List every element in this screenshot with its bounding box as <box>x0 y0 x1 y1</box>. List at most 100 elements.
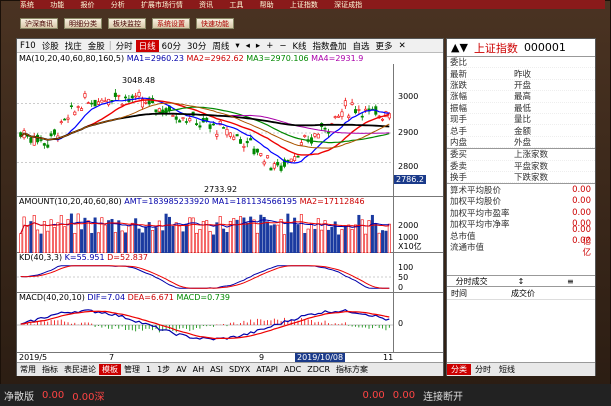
y-tick: 0 <box>398 319 404 328</box>
quick-button[interactable]: 系统设置 <box>152 17 190 29</box>
y-tick: 3000 <box>398 92 419 101</box>
volume-bar <box>56 222 60 253</box>
volume-bar <box>22 216 26 253</box>
candle-body <box>117 94 121 97</box>
tab-daily[interactable]: 日线 <box>135 39 159 52</box>
close-icon[interactable]: ✕ <box>396 41 409 51</box>
volume-bar <box>36 229 40 253</box>
kline-dropdown[interactable]: K线 <box>289 40 309 52</box>
tab-category[interactable]: 分类 <box>447 364 471 375</box>
tab-adc[interactable]: ADC <box>281 365 304 374</box>
menu-item[interactable]: 帮助 <box>260 1 274 9</box>
sort-icon[interactable]: ↕ <box>496 277 545 286</box>
quote-panel: ▲ ▼ 上证指数 000001 委比 最新 昨收 涨跌 开盘 涨幅 最高 振幅 最… <box>446 38 596 376</box>
zoom-in-icon[interactable]: + <box>263 41 276 51</box>
menu-icon[interactable]: ≡ <box>546 277 595 286</box>
volume-bar <box>120 230 124 253</box>
stat-row: 加权平均股价 0.00 <box>447 196 595 207</box>
prev-icon[interactable]: ◂ <box>243 41 253 51</box>
amt-ma1-value: MA1=181134566195 <box>211 197 298 206</box>
menu-item[interactable]: 报价 <box>80 1 94 9</box>
tab-template[interactable]: 模板 <box>99 364 121 375</box>
tab-intraday-side[interactable]: 分时 <box>471 364 495 375</box>
tab-1[interactable]: 1 <box>143 365 154 374</box>
tab-tick-trades[interactable]: 分时成交 <box>447 276 496 287</box>
tab-common[interactable]: 常用 <box>17 364 39 375</box>
next-icon[interactable]: ▸ <box>253 41 263 51</box>
candle-body <box>337 115 341 118</box>
volume-bar <box>107 220 111 253</box>
cursor-date: 2019/10/08 <box>295 353 346 362</box>
menu-item[interactable]: 资讯 <box>199 1 213 9</box>
quick-button[interactable]: 板块监控 <box>108 17 146 29</box>
tab-asi[interactable]: ASI <box>207 365 226 374</box>
macd-pane[interactable]: MACD(40,20,10) DIF=7.04 DEA=6.671 MACD=0… <box>17 293 443 352</box>
tab-zdcr[interactable]: ZDCR <box>304 365 333 374</box>
macd-label: MACD <box>19 293 43 302</box>
volume-bar <box>218 216 222 253</box>
tab-30min[interactable]: 30分 <box>184 40 209 52</box>
more-dropdown[interactable]: 更多 <box>373 40 396 52</box>
find-dealer-button[interactable]: 找庄 <box>62 40 85 52</box>
tab-scheme[interactable]: 指标方案 <box>333 364 371 375</box>
column-time: 时间 <box>451 289 467 298</box>
quote-key-2: 量比 <box>514 115 532 126</box>
volume-bar <box>90 232 94 253</box>
volume-bar <box>350 229 354 253</box>
tab-1step[interactable]: 1步 <box>154 364 173 375</box>
amount-pane[interactable]: AMOUNT(10,20,40,60,80) AMT=183985233920 … <box>17 197 443 253</box>
gold-stock-button[interactable]: 金股 <box>85 40 108 52</box>
watchlist-dropdown[interactable]: 自选 <box>350 40 373 52</box>
diagnose-button[interactable]: 诊股 <box>39 40 62 52</box>
tab-intraday[interactable]: 分时 <box>113 40 136 52</box>
menu-item[interactable]: 上证指数 <box>290 1 318 9</box>
column-price: 成交价 <box>511 289 535 298</box>
kd-params: (40,3,3) <box>30 253 63 262</box>
menu-item[interactable]: 系统 <box>20 1 34 9</box>
tab-sdyx[interactable]: SDYX <box>226 365 253 374</box>
price-pane[interactable]: 3048.48 2733.92 3000 2900 2800 2786.2 <box>17 64 443 197</box>
candle-body <box>316 133 320 139</box>
menu-item[interactable]: 功能 <box>50 1 64 9</box>
y-tick: 50 <box>398 273 409 282</box>
quote-row: 换手 下跌家数 <box>447 172 595 184</box>
candle-body <box>353 109 357 114</box>
zoom-out-icon[interactable]: − <box>276 41 289 51</box>
tab-av[interactable]: AV <box>173 365 189 374</box>
volume-bar <box>127 225 131 253</box>
menu-item[interactable]: 深证成指 <box>334 1 362 9</box>
menu-item[interactable]: 工具 <box>229 1 243 9</box>
f10-button[interactable]: F10 <box>17 41 39 51</box>
tab-ah[interactable]: AH <box>190 365 208 374</box>
y-tick: 0 <box>398 283 404 292</box>
volume-bar <box>198 229 202 253</box>
arrow-down-icon[interactable]: ▼ <box>459 41 467 54</box>
index-overlay-dropdown[interactable]: 指数叠加 <box>310 40 350 52</box>
kd-legend: KD(40,3,3) K=55.951 D=52.837 <box>19 253 439 263</box>
menu-item[interactable]: 分析 <box>111 1 125 9</box>
connection-status[interactable]: 连接断开 <box>423 388 463 403</box>
quick-button[interactable]: 沪深商讯 <box>20 17 58 29</box>
y-tick: 2000 <box>398 221 419 230</box>
quick-button[interactable]: 快速功能 <box>196 17 234 29</box>
tab-manage[interactable]: 管理 <box>121 364 143 375</box>
tab-weekly[interactable]: 周线 <box>209 40 232 52</box>
quick-button[interactable]: 明细分类 <box>64 17 102 29</box>
tab-shortline[interactable]: 短线 <box>495 364 519 375</box>
tab-indicator[interactable]: 指标 <box>39 364 61 375</box>
candlestick-chart[interactable] <box>17 64 393 197</box>
tab-60min[interactable]: 60分 <box>159 40 184 52</box>
arrow-up-icon[interactable]: ▲ <box>451 41 459 54</box>
indicator-tabbar: 常用 指标 表民进论 模板 管理 1 1步 AV AH ASI SDYX ATA… <box>17 362 443 376</box>
amt-value: AMT=183985233920 <box>124 197 210 206</box>
volume-bar <box>174 222 178 253</box>
tab-forum[interactable]: 表民进论 <box>61 364 99 375</box>
chevron-down-icon[interactable]: ▾ <box>232 41 242 51</box>
volume-bar <box>181 231 185 253</box>
tab-atapi[interactable]: ATAPI <box>253 365 281 374</box>
volume-bar <box>272 224 276 253</box>
volume-bar <box>25 226 29 253</box>
menu-item[interactable]: 扩展市场行情 <box>141 1 183 9</box>
kd-pane[interactable]: KD(40,3,3) K=55.951 D=52.837 100 50 0 <box>17 253 443 293</box>
volume-bar <box>313 228 317 253</box>
